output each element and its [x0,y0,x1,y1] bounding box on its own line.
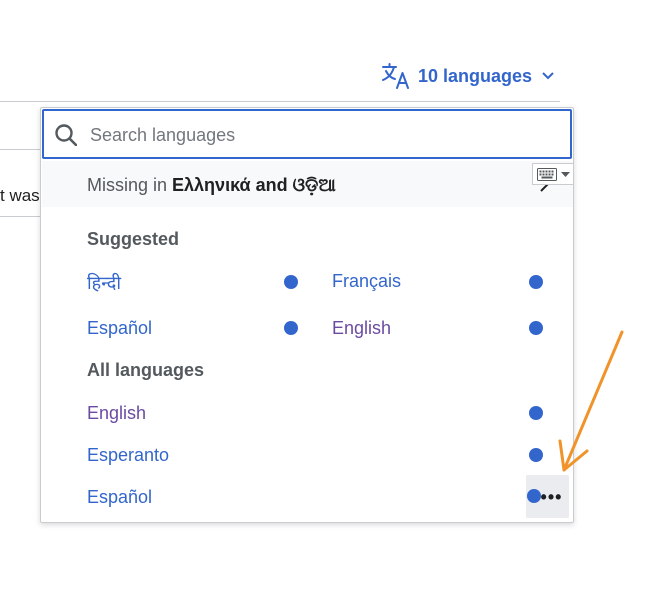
language-item-english[interactable]: English [87,403,146,424]
more-options-button[interactable]: ••• [526,475,569,518]
content-divider-lower [0,216,44,217]
all-languages-heading: All languages [87,360,205,380]
search-icon [55,124,77,146]
language-status-dot [529,406,543,420]
search-box[interactable] [42,109,572,159]
language-status-dot [529,275,543,289]
language-selector-panel: Missing in Ελληνικά and ଓଡ଼ିଆ Suggested … [40,107,574,523]
missing-languages-text: Missing in Ελληνικά and ଓଡ଼ିଆ [87,175,336,196]
input-method-button[interactable] [532,163,574,185]
language-button[interactable]: 10 languages [382,62,554,90]
suggested-language-french[interactable]: Français [332,271,401,292]
language-item-spanish[interactable]: Español [87,487,152,508]
header-divider [0,101,560,102]
caret-down-icon [560,171,570,177]
content-divider [0,149,44,150]
language-status-dot [527,489,541,503]
language-status-dot [529,321,543,335]
keyboard-icon [536,167,557,181]
suggested-language-hindi[interactable]: हिन्दी [87,271,121,295]
language-item-esperanto[interactable]: Esperanto [87,445,169,466]
article-text-fragment: t was [0,186,40,205]
language-status-dot [284,321,298,335]
suggested-heading: Suggested [87,229,180,249]
suggested-language-spanish[interactable]: Español [87,318,152,339]
search-input[interactable] [88,119,562,151]
missing-languages-row[interactable]: Missing in Ελληνικά and ଓଡ଼ିଆ [42,161,573,207]
language-count-label: 10 languages [418,65,533,86]
missing-language-names: Ελληνικά and ଓଡ଼ିଆ [172,175,336,195]
suggested-language-english[interactable]: English [332,318,391,339]
translate-icon [382,63,409,89]
ellipsis-icon: ••• [540,486,563,507]
annotation-arrow-icon [558,330,624,472]
chevron-down-icon [542,72,554,80]
language-status-dot [284,275,298,289]
missing-prefix: Missing in [87,175,173,195]
page: t was 10 languages Search languages Miss… [0,0,649,614]
language-status-dot [529,448,543,462]
